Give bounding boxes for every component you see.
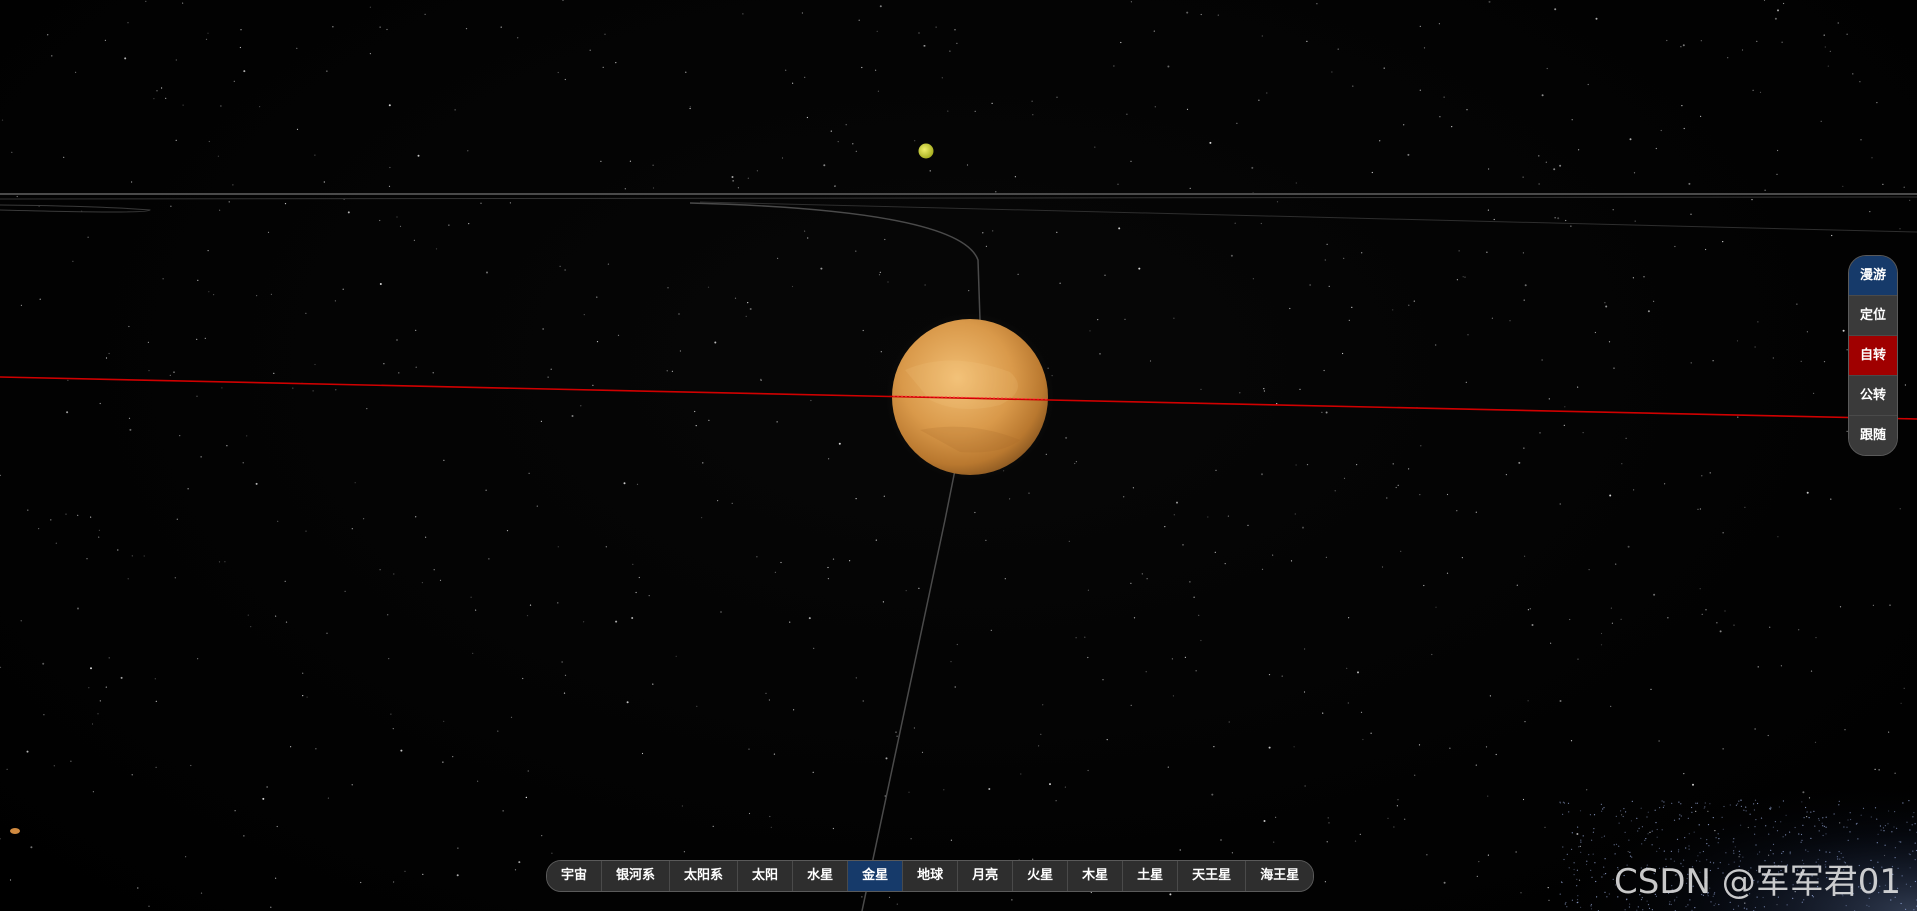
view-mode-panel: 漫游 定位 自转 公转 跟随 [1848,255,1898,456]
orbit-line [861,469,956,911]
nav-item-1[interactable]: 银河系 [602,861,671,891]
orbit-layer [0,143,1917,911]
orbit-line [0,204,151,213]
nav-item-8[interactable]: 火星 [1013,861,1069,891]
small-orange-planet-icon[interactable] [10,828,20,834]
orbit-line [0,196,1917,200]
nav-item-11[interactable]: 天王星 [1178,861,1247,891]
nav-item-5[interactable]: 金星 [848,861,904,891]
rotation-button[interactable]: 自转 [1849,336,1897,376]
space-scene-canvas[interactable]: 漫游 定位 自转 公转 跟随 宇宙 银河系 太阳系 太阳 水星 金星 地球 月亮 火星 木星 土星 天王星 海王… [0,0,1917,911]
locate-button[interactable]: 定位 [1849,296,1897,336]
orbit-line [699,201,1917,233]
nav-item-4[interactable]: 水星 [793,861,849,891]
nav-item-10[interactable]: 土星 [1123,861,1179,891]
nav-item-7[interactable]: 月亮 [958,861,1014,891]
orbit-line [689,202,981,321]
small-yellow-planet-icon[interactable] [918,143,934,159]
roam-button[interactable]: 漫游 [1849,256,1897,296]
nav-item-12[interactable]: 海王星 [1246,861,1314,891]
nav-item-9[interactable]: 木星 [1068,861,1124,891]
revolution-button[interactable]: 公转 [1849,376,1897,416]
nav-item-6[interactable]: 地球 [903,861,959,891]
celestial-body-nav: 宇宙 银河系 太阳系 太阳 水星 金星 地球 月亮 火星 木星 土星 天王星 海王星 [546,860,1315,892]
nav-item-2[interactable]: 太阳系 [670,861,739,891]
nav-item-3[interactable]: 太阳 [738,861,794,891]
follow-button[interactable]: 跟随 [1849,416,1897,455]
watermark: CSDN @军军君01 [1614,862,1902,902]
nav-item-0[interactable]: 宇宙 [547,861,603,891]
